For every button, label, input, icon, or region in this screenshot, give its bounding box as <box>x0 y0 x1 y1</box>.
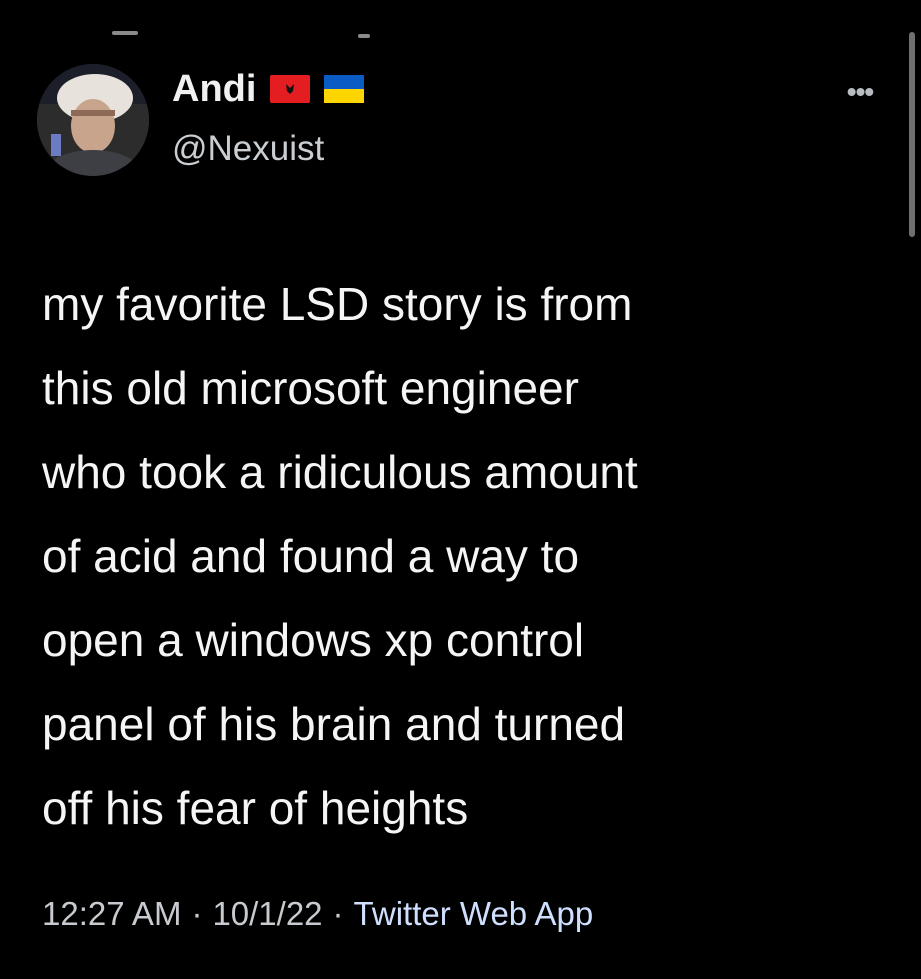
ukraine-flag-icon <box>324 75 365 103</box>
meta-separator: · <box>191 895 203 932</box>
tweet-date[interactable]: 10/1/22 <box>212 895 322 932</box>
avatar[interactable] <box>37 64 149 176</box>
more-options-icon: ••• <box>846 76 874 107</box>
top-divider-mark <box>112 31 138 35</box>
top-divider-mark <box>358 34 370 38</box>
scrollbar[interactable] <box>909 32 915 237</box>
tweet-source-link[interactable]: Twitter Web App <box>354 895 594 932</box>
tweet-time[interactable]: 12:27 AM <box>42 895 181 932</box>
meta-separator: · <box>332 895 344 932</box>
tweet-text: my favorite LSD story is from this old m… <box>42 278 638 834</box>
tweet-metadata: 12:27 AM · 10/1/22 · Twitter Web App <box>42 897 593 930</box>
more-options-button[interactable]: ••• <box>838 76 882 107</box>
author-name-row: Andi <box>172 70 365 108</box>
user-handle[interactable]: @Nexuist <box>172 131 324 166</box>
display-name[interactable]: Andi <box>172 70 256 108</box>
albania-flag-icon <box>270 75 311 103</box>
